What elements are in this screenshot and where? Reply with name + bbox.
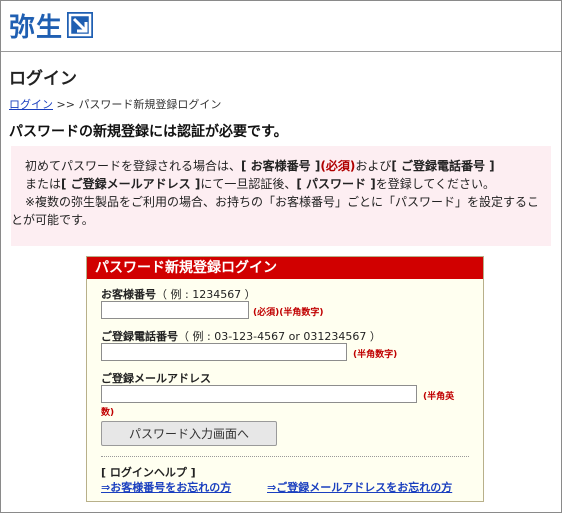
notice-title: パスワードの新規登録には認証が必要です。 (9, 124, 288, 140)
help-divider (101, 456, 469, 457)
phone-number-label: ご登録電話番号（ 例 : 03-123-4567 or 031234567 ） (101, 330, 381, 343)
breadcrumb-separator: >> (56, 98, 75, 111)
arrow-box-icon (67, 12, 94, 38)
email-note-continued: 数) (101, 408, 115, 418)
brand-logo[interactable]: 弥生 (9, 8, 94, 43)
login-form-box: パスワード新規登録ログイン お客様番号（ 例 : 1234567 ） (必須)(… (86, 256, 484, 502)
notice-line-4: とが可能です。 (11, 213, 94, 227)
breadcrumb: ログイン >> パスワード新規登録ログイン (9, 96, 221, 112)
breadcrumb-login-link[interactable]: ログイン (9, 98, 53, 111)
forgot-customer-number-link[interactable]: ⇒お客様番号をお忘れの方 (101, 479, 231, 495)
page-title: ログイン (9, 69, 77, 89)
page-frame: 弥生 ログイン ログイン >> パスワード新規登録ログイン パスワードの新規登録… (0, 0, 562, 513)
email-note: (半角英 (423, 392, 455, 402)
customer-number-label: お客様番号（ 例 : 1234567 ） (101, 288, 256, 301)
phone-number-note: (半角数字) (353, 350, 398, 360)
header-divider (1, 51, 561, 52)
email-input[interactable] (101, 385, 417, 403)
customer-number-input[interactable] (101, 301, 249, 319)
login-help-title: [ ログインヘルプ ] (101, 466, 196, 479)
phone-number-input[interactable] (101, 343, 347, 361)
breadcrumb-current: パスワード新規登録ログイン (78, 98, 222, 111)
customer-number-note: (必須)(半角数字) (253, 308, 324, 318)
notice-line-3: ※複数の弥生製品をご利用の場合、お持ちの「お客様番号」ごとに「パスワード」を設定… (25, 195, 540, 209)
forgot-email-link[interactable]: ⇒ご登録メールアドレスをお忘れの方 (267, 479, 452, 495)
notice-box: 初めてパスワードを登録される場合は、[ お客様番号 ](必須)および[ ご登録電… (11, 146, 551, 246)
notice-line-1: 初めてパスワードを登録される場合は、[ お客様番号 ](必須)および[ ご登録電… (25, 159, 495, 173)
notice-line-2: または[ ご登録メールアドレス ]にて一旦認証後、[ パスワード ]を登録してく… (25, 177, 495, 191)
email-label: ご登録メールアドレス (101, 372, 211, 385)
password-entry-button[interactable]: パスワード入力画面へ (101, 421, 277, 446)
login-form-header: パスワード新規登録ログイン (87, 257, 483, 279)
brand-name: 弥生 (9, 12, 64, 43)
